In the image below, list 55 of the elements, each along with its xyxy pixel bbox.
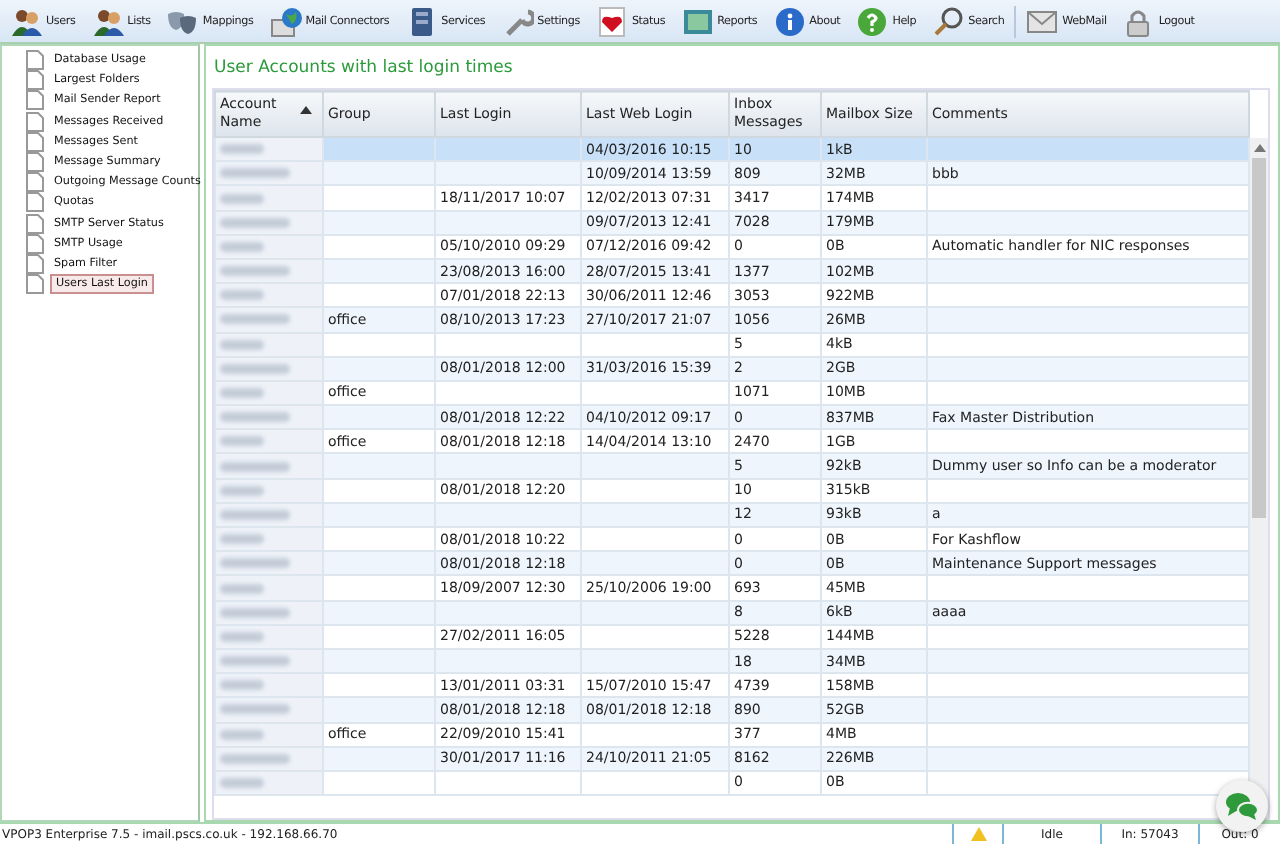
search-icon bbox=[932, 5, 965, 37]
blurred-name bbox=[220, 241, 264, 252]
blurred-name bbox=[220, 144, 264, 155]
blurred-name bbox=[220, 290, 264, 301]
blurred-name bbox=[220, 388, 264, 399]
blurred-name bbox=[220, 680, 264, 691]
document-icon bbox=[26, 213, 44, 234]
document-icon bbox=[26, 253, 44, 274]
padlock-icon bbox=[1122, 5, 1155, 37]
blurred-name bbox=[220, 534, 264, 545]
blurred-name bbox=[220, 656, 290, 667]
blurred-name bbox=[220, 778, 264, 789]
envelope-icon bbox=[1026, 5, 1059, 37]
blurred-name bbox=[220, 509, 290, 520]
blurred-name bbox=[220, 631, 264, 642]
report-title: User Accounts with last login times bbox=[212, 56, 515, 82]
scrollbar[interactable] bbox=[1250, 138, 1268, 818]
blurred-name bbox=[220, 412, 290, 423]
document-icon bbox=[26, 274, 44, 295]
globe-mail-icon bbox=[269, 5, 302, 37]
document-icon bbox=[26, 152, 44, 173]
document-icon bbox=[26, 70, 44, 91]
scroll-up-icon[interactable] bbox=[1251, 142, 1267, 154]
document-icon bbox=[26, 131, 44, 152]
document-icon bbox=[26, 172, 44, 193]
document-icon bbox=[26, 233, 44, 254]
picture-frame-icon bbox=[681, 5, 714, 37]
blurred-name bbox=[220, 558, 290, 569]
people-icon bbox=[10, 5, 42, 37]
blurred-name bbox=[220, 314, 290, 325]
wrench-icon bbox=[501, 5, 534, 37]
heart-page-icon bbox=[595, 5, 628, 37]
document-icon bbox=[26, 192, 44, 213]
blurred-name bbox=[220, 583, 264, 594]
document-icon bbox=[26, 50, 44, 71]
document-icon bbox=[26, 90, 44, 111]
chat-bubbles-icon bbox=[1224, 790, 1260, 822]
blurred-name bbox=[220, 363, 290, 374]
blurred-name bbox=[220, 461, 290, 472]
blurred-name bbox=[220, 266, 290, 277]
help-icon bbox=[856, 5, 889, 37]
document-icon bbox=[26, 111, 44, 132]
blurred-name bbox=[220, 485, 264, 496]
blurred-name bbox=[220, 704, 290, 715]
info-icon bbox=[773, 5, 806, 37]
scroll-thumb[interactable] bbox=[1252, 158, 1266, 518]
blurred-name bbox=[220, 168, 290, 179]
blurred-name bbox=[220, 753, 290, 764]
people-icon bbox=[91, 5, 124, 37]
blurred-name bbox=[220, 436, 264, 447]
blurred-name bbox=[220, 729, 264, 740]
blurred-name bbox=[220, 217, 290, 228]
blurred-name bbox=[220, 339, 264, 350]
blurred-name bbox=[220, 607, 290, 618]
blurred-name bbox=[220, 193, 264, 204]
